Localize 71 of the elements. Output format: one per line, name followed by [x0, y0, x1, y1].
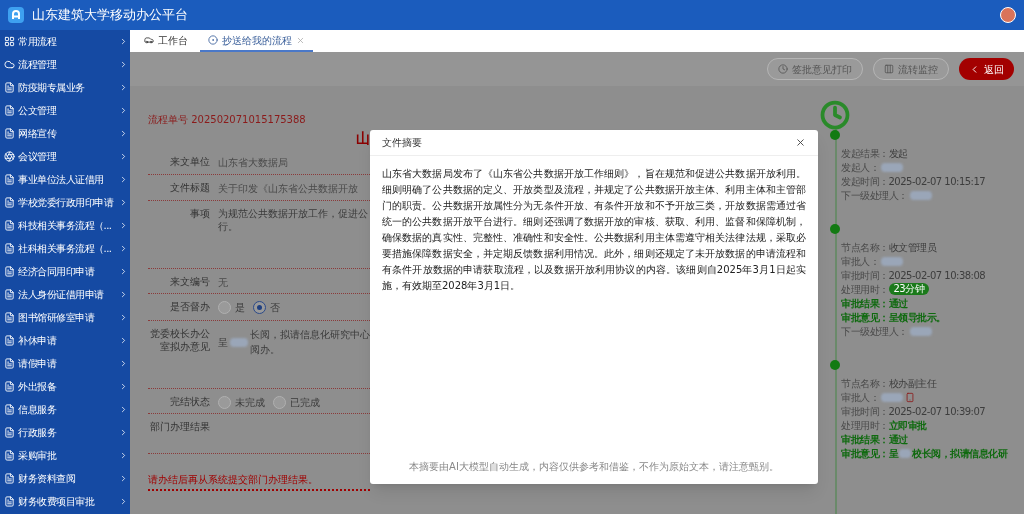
field-value: 呈: [218, 335, 228, 350]
radio-label: 已完成: [290, 396, 320, 410]
summary-text: 山东省大数据局发布了《山东省公共数据开放工作细则》，旨在规范和促进公共数据开放利用。细则明确了公共数据的定义、开放类型及流程，并规定了公共数据开放主体、利用主体和主管部门的职责。公共数据开放属性分为无条件开放、有条件开放和不予开放三类，开放数据需通过省统一的公共数据开放平台进行。细则还强调了数据开放的审核、获取、利用、监督和保障机制，确保数据的真实性、完整性、准确性和安全性。公共数据利用主体需遵守相关法律法规，采取必要措施保障数据安全，并定期反馈数据利用情况。此外，细则还规定了未开放数据的申请流程和有条件开放数据的申请获取流程，以及数据开放利用协议的内容。该细则自2025年3月1日起实施，有效期至2028年3月1日。: [381, 167, 807, 293]
sidebar-item[interactable]: 会议管理: [0, 145, 130, 168]
app-title: 山东建筑大学移动办公平台: [32, 6, 188, 25]
radio-label: 未完成: [235, 396, 265, 410]
timeline-label: 处理用时：: [841, 418, 889, 433]
timeline-label: 审批结果：: [841, 296, 889, 311]
sidebar-item[interactable]: 信息服务: [0, 398, 130, 421]
sidebar-item[interactable]: 网络宣传: [0, 122, 130, 145]
timeline-value: 2025-02-07 10:15:17: [888, 174, 986, 189]
field-label: 事项: [189, 207, 211, 220]
sidebar-item[interactable]: 事业单位法人证借用: [0, 168, 130, 191]
sidebar-item[interactable]: 采购审批: [0, 444, 130, 467]
field-value: 无: [218, 276, 228, 290]
timeline-value: 校办副主任: [888, 376, 936, 391]
sidebar-item[interactable]: 财务资料查阅: [0, 467, 130, 490]
sidebar-item[interactable]: 补休申请: [0, 329, 130, 352]
field-label: 部门办理结果: [149, 420, 211, 433]
tab[interactable]: 工作台: [136, 30, 196, 52]
sidebar-item[interactable]: 流程管理: [0, 53, 130, 76]
timeline-label: 审批结果：: [841, 432, 889, 447]
timeline-value: 2025-02-07 10:39:07: [888, 404, 986, 419]
flow-serial-number: 流程单号 202502071015175388: [148, 113, 307, 127]
sidebar-item[interactable]: 常用流程: [0, 30, 130, 53]
timeline-value: 呈: [888, 446, 898, 461]
timeline-label: 节点名称：: [841, 376, 889, 391]
sidebar-item[interactable]: 法人身份证借用申请: [0, 283, 130, 306]
field-value: 为规范公共数据开放工作，促进公: [218, 207, 368, 220]
sidebar-item[interactable]: 请假申请: [0, 352, 130, 375]
sidebar-item[interactable]: 经济合同用印申请: [0, 260, 130, 283]
dialog-footnote: 本摘要由AI大模型自动生成，内容仅供参考和借鉴，不作为原始文本，请注意甄别。: [409, 460, 779, 474]
sidebar-item[interactable]: 公文管理: [0, 99, 130, 122]
sidebar-item[interactable]: 防疫期专属业务: [0, 76, 130, 99]
sidebar-item[interactable]: 外出报备: [0, 375, 130, 398]
field-label: 完结状态: [169, 395, 211, 408]
field-label: 是否督办: [169, 300, 211, 313]
form-title: 山: [356, 129, 370, 147]
form-note: 请办结后再从系统提交部门办理结果。: [148, 472, 370, 491]
timeline-value: 校长阅，拟请信息化研: [912, 446, 1007, 461]
sidebar-item[interactable]: 行政服务: [0, 421, 130, 444]
timeline-value: 立即审批: [888, 418, 927, 433]
field-value: 行。: [218, 220, 239, 233]
radio-label: 是: [235, 301, 245, 315]
sidebar-item[interactable]: 图书馆研修室申请: [0, 306, 130, 329]
radio-label: 否: [270, 301, 280, 315]
field-label: 来文单位: [169, 155, 211, 168]
timeline-label: 发起人：: [841, 160, 879, 175]
timeline-value: 发起: [888, 146, 908, 161]
dialog-title: 文件摘要: [382, 136, 422, 150]
timeline-value: 通过: [888, 296, 908, 311]
sidebar-item[interactable]: 学校党委行政用印申请: [0, 191, 130, 214]
back-button[interactable]: 返回: [959, 58, 1014, 80]
timeline-label: 节点名称：: [841, 240, 889, 255]
field-label: 来文编号: [169, 275, 211, 288]
timeline-label: 发起时间：: [841, 174, 889, 189]
sidebar-item[interactable]: 社科相关事务流程（...: [0, 237, 130, 260]
timeline-value: 通过: [888, 432, 908, 447]
duration-badge: 23分钟: [888, 283, 930, 295]
sidebar-item[interactable]: 财务收费项目审批: [0, 490, 130, 513]
timeline-label: 发起结果：: [841, 146, 889, 161]
field-label: 党委校长办公室拟办意见: [149, 327, 211, 353]
timeline-value: 收文管理员: [888, 240, 936, 255]
timeline-label: 处理用时：: [841, 282, 889, 297]
field-label: 文件标题: [169, 181, 211, 194]
timeline-label: 审批意见：: [841, 446, 889, 461]
field-value: 长阅，拟请信息化研究中心阅办。: [249, 328, 370, 357]
timeline-value: 呈领导批示。: [888, 310, 946, 325]
timeline-label: 审批意见：: [841, 310, 889, 325]
timeline-value: 2025-02-07 10:38:08: [888, 268, 986, 283]
sidebar-item[interactable]: 科技相关事务流程（...: [0, 214, 130, 237]
